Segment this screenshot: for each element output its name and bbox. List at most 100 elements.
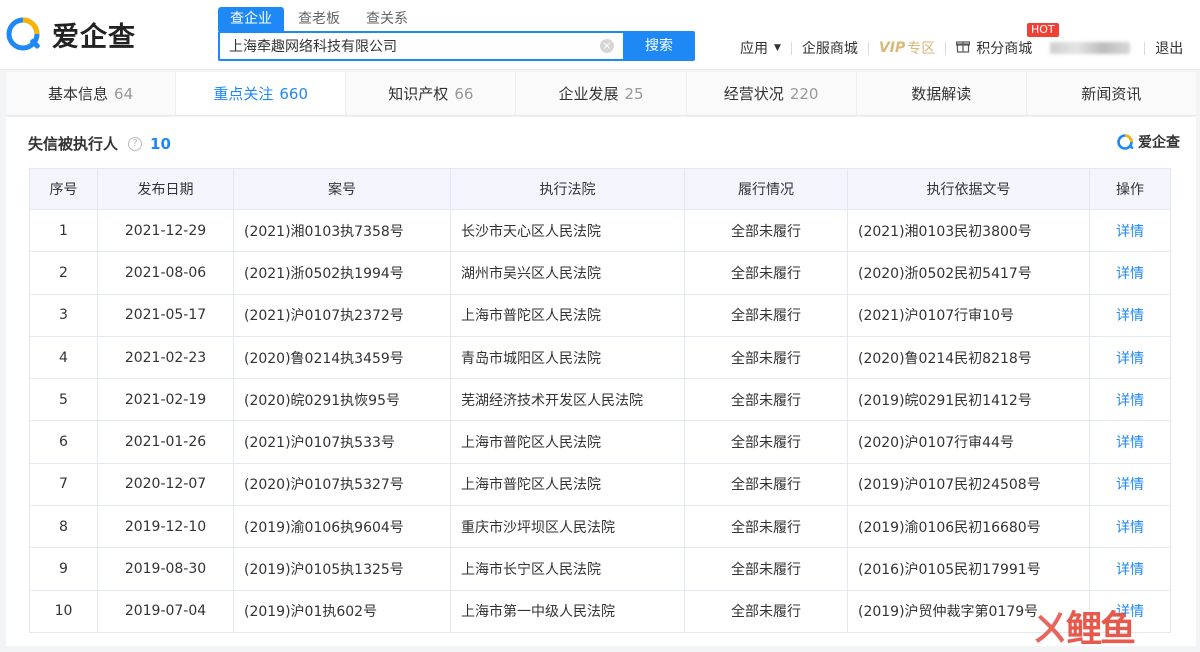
dishonest-debtor-table: 序号 发布日期 案号 执行法院 履行情况 执行依据文号 操作 1 2021-12-…	[29, 168, 1171, 633]
brand-logo[interactable]: 爱企查	[6, 12, 136, 56]
detail-link[interactable]: 详情	[1089, 335, 1171, 380]
section-tabs: 基本信息 64 重点关注 660 知识产权 66 企业发展 25 经营状况 220 数据解…	[6, 72, 1196, 116]
detail-link[interactable]: 详情	[1089, 462, 1171, 507]
cell-index: 5	[29, 378, 98, 422]
table-row: 9 2019-08-30 (2019)沪0105执1325号 上海市长宁区人民法院 全部…	[29, 547, 1171, 591]
cell-date: 2021-12-29	[97, 208, 234, 253]
cell-index: 8	[29, 505, 98, 549]
nav-points-mall-label: 积分商城	[976, 41, 1033, 57]
watermark-mark: ㄨ	[1032, 609, 1068, 650]
cell-court: 上海市普陀区人民法院	[450, 293, 685, 337]
cell-case-no: (2020)鲁0214执3459号	[233, 335, 451, 380]
user-avatar-blurred[interactable]	[1050, 42, 1131, 54]
table-row: 6 2021-01-26 (2021)沪0107执533号 上海市普陀区人民法院 全部未…	[29, 420, 1171, 464]
tab-count: 220	[789, 85, 819, 103]
cell-court: 青岛市城阳区人民法院	[450, 335, 685, 380]
cell-case-no: (2019)沪01执602号	[233, 589, 451, 633]
section-count: 10	[150, 134, 171, 153]
cell-index: 3	[29, 293, 98, 337]
table-row: 4 2021-02-23 (2020)鲁0214执3459号 青岛市城阳区人民法院 全部…	[29, 335, 1171, 380]
cell-date: 2019-12-10	[97, 505, 234, 549]
nav-mall[interactable]: 企服商城	[802, 38, 858, 58]
cell-index: 10	[29, 589, 98, 633]
search-tab-boss[interactable]: 查老板	[286, 7, 352, 31]
cell-basis-doc: (2016)沪0105民初17991号	[847, 547, 1090, 591]
col-header-case-no: 案号	[233, 168, 451, 210]
col-header-basis-doc: 执行依据文号	[847, 168, 1090, 210]
tab-label: 新闻资讯	[1081, 85, 1142, 103]
detail-link[interactable]: 详情	[1089, 251, 1171, 295]
nav-points-mall[interactable]: 积分商城	[956, 38, 1032, 58]
detail-link[interactable]: 详情	[1089, 420, 1171, 464]
cell-index: 1	[29, 208, 98, 253]
table-row: 1 2021-12-29 (2021)湘0103执7358号 长沙市天心区人民法院 全部…	[29, 208, 1171, 253]
search-input[interactable]	[220, 33, 590, 59]
cell-date: 2019-08-30	[97, 547, 234, 591]
vip-label: VIP	[878, 40, 906, 56]
cell-basis-doc: (2020)鲁0214民初8218号	[847, 335, 1090, 380]
nav-app[interactable]: 应用 ▼	[740, 38, 781, 58]
cell-date: 2020-12-07	[97, 462, 234, 507]
tab-count: 660	[279, 85, 309, 103]
clear-icon[interactable]: ×	[600, 39, 614, 53]
tab-label: 经营状况	[723, 85, 784, 103]
cell-date: 2021-02-19	[97, 378, 234, 422]
detail-link[interactable]: 详情	[1089, 505, 1171, 549]
cell-status: 全部未履行	[684, 462, 848, 507]
search-tab-relation[interactable]: 查关系	[354, 7, 420, 31]
tab-ip[interactable]: 知识产权 66	[346, 72, 517, 115]
col-header-status: 履行情况	[684, 168, 848, 210]
search-button[interactable]: 搜索	[623, 31, 695, 61]
cell-date: 2021-05-17	[97, 293, 234, 337]
divider	[867, 41, 869, 55]
cell-status: 全部未履行	[684, 505, 848, 549]
cell-case-no: (2019)渝0106执9604号	[233, 505, 451, 549]
cell-case-no: (2019)沪0105执1325号	[233, 547, 451, 591]
help-icon[interactable]: ?	[128, 136, 143, 151]
cell-index: 2	[29, 251, 98, 295]
col-header-court: 执行法院	[450, 168, 685, 210]
cell-status: 全部未履行	[684, 251, 848, 295]
tab-label: 知识产权	[388, 85, 449, 103]
tab-operations[interactable]: 经营状况 220	[686, 72, 857, 115]
cell-status: 全部未履行	[684, 378, 848, 422]
table-body: 1 2021-12-29 (2021)湘0103执7358号 长沙市天心区人民法院 全部…	[29, 208, 1171, 633]
cell-court: 湖州市吴兴区人民法院	[450, 251, 685, 295]
brand-badge: 爱企查	[1117, 132, 1180, 152]
cell-date: 2021-02-23	[97, 335, 234, 380]
hot-badge: HOT	[1027, 23, 1059, 37]
cell-status: 全部未履行	[684, 208, 848, 253]
brand-name: 爱企查	[52, 21, 136, 53]
cell-court: 上海市长宁区人民法院	[450, 547, 685, 591]
tab-label: 企业发展	[558, 85, 619, 103]
detail-link[interactable]: 详情	[1089, 293, 1171, 337]
nav-vip-zone[interactable]: VIP 专区	[879, 38, 935, 58]
cell-case-no: (2021)沪0107执533号	[233, 420, 451, 464]
search-tab-company[interactable]: 查企业	[218, 7, 284, 31]
cell-case-no: (2021)湘0103执7358号	[233, 208, 451, 253]
cell-case-no: (2020)皖0291执恢95号	[233, 378, 451, 422]
watermark-logo: ㄨ鲤鱼	[1032, 600, 1136, 652]
cell-basis-doc: (2021)沪0107行审10号	[847, 293, 1090, 337]
detail-link[interactable]: 详情	[1089, 378, 1171, 422]
detail-link[interactable]: 详情	[1089, 208, 1171, 253]
col-header-index: 序号	[29, 168, 98, 210]
search-box: ×	[218, 31, 624, 61]
detail-link[interactable]: 详情	[1089, 547, 1171, 591]
tab-count: 64	[114, 85, 134, 103]
col-header-date: 发布日期	[97, 168, 234, 210]
tab-development[interactable]: 企业发展 25	[516, 72, 687, 115]
cell-index: 6	[29, 420, 98, 464]
nav-app-label: 应用	[740, 41, 768, 57]
cell-date: 2021-08-06	[97, 251, 234, 295]
tab-news[interactable]: 新闻资讯	[1026, 72, 1196, 115]
tab-basic-info[interactable]: 基本信息 64	[6, 72, 177, 115]
cell-index: 7	[29, 462, 98, 507]
tab-data-analysis[interactable]: 数据解读	[856, 72, 1027, 115]
cell-basis-doc: (2020)浙0502民初5417号	[847, 251, 1090, 295]
logout-link[interactable]: 退出	[1155, 38, 1183, 58]
cell-status: 全部未履行	[684, 335, 848, 380]
tab-key-focus[interactable]: 重点关注 660	[176, 72, 347, 115]
cell-case-no: (2021)沪0107执2372号	[233, 293, 451, 337]
cell-court: 上海市普陀区人民法院	[450, 462, 685, 507]
